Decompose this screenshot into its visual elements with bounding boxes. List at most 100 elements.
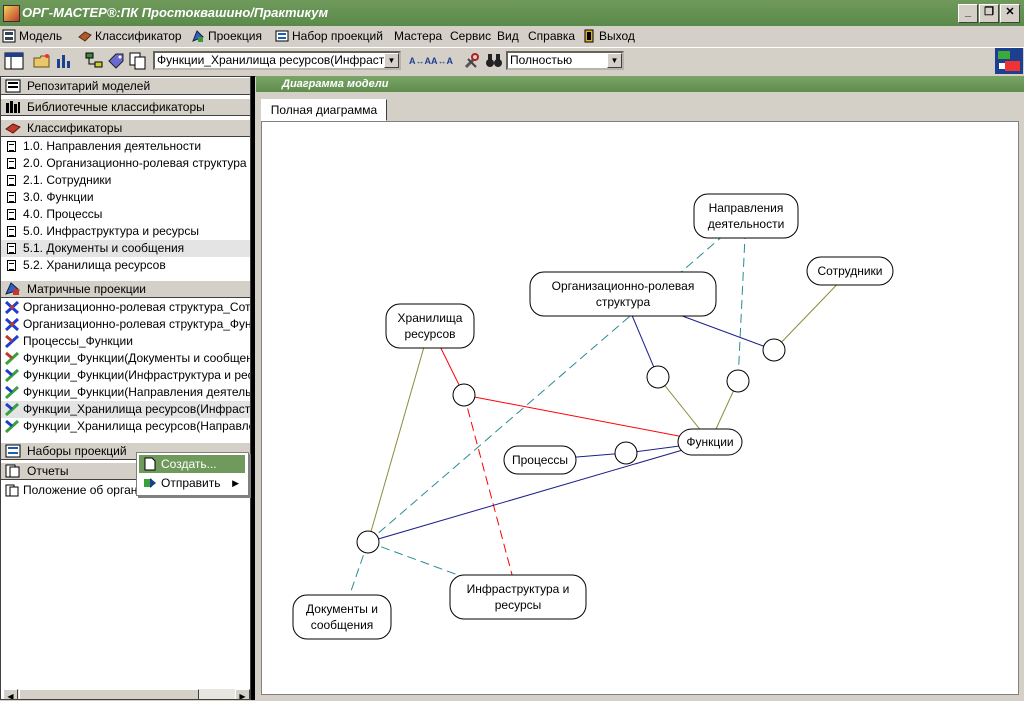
document-icon bbox=[7, 243, 16, 254]
scroll-thumb[interactable] bbox=[19, 689, 199, 699]
logo-icon bbox=[995, 48, 1023, 74]
diagram-relation-node[interactable] bbox=[356, 530, 380, 554]
matrix-label: Функции_Хранилища ресурсов(Инфраструктур… bbox=[23, 402, 251, 416]
restore-button[interactable]: ❐ bbox=[979, 4, 999, 23]
classifier-item[interactable]: 2.0. Организационно-ролевая структура bbox=[1, 155, 250, 172]
book-icon bbox=[78, 31, 92, 42]
matrix-projection-icon bbox=[5, 301, 19, 314]
menu-projection[interactable]: Проекция bbox=[189, 28, 262, 44]
diagram-node-documents[interactable]: Документы и сообщения bbox=[292, 594, 392, 640]
chevron-down-icon[interactable]: ▼ bbox=[607, 53, 622, 68]
menu-projection-set[interactable]: Набор проекций bbox=[273, 28, 383, 44]
section-repository[interactable]: Репозитарий моделей bbox=[1, 77, 250, 95]
section-classifiers[interactable]: Классификаторы bbox=[1, 119, 250, 137]
diagram-node-label: Инфраструктура и bbox=[467, 582, 570, 596]
close-button[interactable]: ✕ bbox=[1000, 4, 1020, 23]
chevron-down-icon[interactable]: ▼ bbox=[384, 53, 399, 68]
library-icon bbox=[6, 101, 20, 113]
projection-set-icon bbox=[275, 30, 289, 42]
tools-icon[interactable] bbox=[462, 51, 482, 71]
matrix-item[interactable]: Процессы_Функции bbox=[1, 333, 250, 350]
vertical-splitter[interactable] bbox=[251, 76, 255, 700]
matrix-item[interactable]: Функции_Функции(Документы и сообщения) bbox=[1, 350, 250, 367]
matrix-item[interactable]: Функции_Хранилища ресурсов(Направления д… bbox=[1, 418, 250, 435]
diagram-node-label: деятельности bbox=[708, 217, 785, 231]
report-icon bbox=[5, 484, 19, 497]
diagram-canvas[interactable]: Направления деятельности Сотрудники Организ… bbox=[261, 121, 1019, 695]
diagram-header: Диаграмма модели bbox=[256, 76, 1024, 92]
tab-full-diagram[interactable]: Полная диаграмма bbox=[261, 99, 387, 121]
classifier-item[interactable]: 4.0. Процессы bbox=[1, 206, 250, 223]
diagram-node-infrastructure[interactable]: Инфраструктура и ресурсы bbox=[449, 574, 587, 620]
repository-icon bbox=[5, 79, 21, 93]
scroll-right-icon[interactable]: ▶ bbox=[235, 689, 250, 699]
zoom-select[interactable]: Полностью ▼ bbox=[506, 51, 624, 70]
copy-icon[interactable] bbox=[128, 51, 148, 71]
matrix-item[interactable]: Организационно-ролевая структура_Сотрудн… bbox=[1, 299, 251, 316]
diagram-node-functions[interactable]: Функции bbox=[677, 428, 743, 456]
window-title: ОРГ-МАСТЕР®:ПК Простоквашино/Практикум bbox=[22, 5, 329, 20]
menu-model[interactable]: Модель bbox=[0, 28, 62, 44]
diagram-node-storages[interactable]: Хранилища ресурсов bbox=[385, 303, 475, 349]
model-icon bbox=[2, 29, 16, 43]
matrix-item[interactable]: Функции_Функции(Инфраструктура и ресурсы… bbox=[1, 367, 250, 384]
document-icon bbox=[7, 141, 16, 152]
scroll-left-icon[interactable]: ◀ bbox=[3, 689, 18, 699]
classifier-label: 5.0. Инфраструктура и ресурсы bbox=[23, 224, 199, 238]
matrix-label: Процессы_Функции bbox=[23, 334, 133, 348]
minimize-button[interactable]: _ bbox=[958, 4, 978, 23]
section-library[interactable]: Библиотечные классификаторы bbox=[1, 98, 250, 116]
menu-service[interactable]: Сервис bbox=[450, 28, 491, 44]
classifier-item[interactable]: 3.0. Функции bbox=[1, 189, 250, 206]
matrix-item-selected[interactable]: Функции_Хранилища ресурсов(Инфраструктур… bbox=[1, 401, 251, 418]
matrix-label: Организационно-ролевая структура_Сотрудн… bbox=[23, 300, 251, 314]
classifier-item-selected[interactable]: 5.1. Документы и сообщения bbox=[1, 240, 250, 257]
classifier-item[interactable]: 1.0. Направления деятельности bbox=[1, 138, 250, 155]
matrix-item[interactable]: Организационно-ролевая структура_Функции bbox=[1, 316, 250, 333]
section-label: Библиотечные классификаторы bbox=[27, 100, 205, 114]
diagram-relation-node[interactable] bbox=[762, 338, 786, 362]
diagram-relation-node[interactable] bbox=[646, 365, 670, 389]
diagram-node-label: Организационно-ролевая bbox=[552, 279, 695, 293]
diagram-edge bbox=[737, 215, 747, 382]
submenu-arrow-icon: ▶ bbox=[232, 478, 239, 488]
chart-icon[interactable] bbox=[54, 51, 74, 71]
tree-icon[interactable] bbox=[84, 51, 104, 71]
font-larger-button[interactable]: A↔A bbox=[431, 51, 453, 71]
new-folder-icon[interactable] bbox=[32, 51, 52, 71]
matrix-projection-icon bbox=[5, 318, 19, 331]
exit-door-icon bbox=[584, 29, 594, 43]
projection-select[interactable]: Функции_Хранилища ресурсов(Инфраст ▼ bbox=[153, 51, 401, 70]
diagram-node-processes[interactable]: Процессы bbox=[503, 445, 577, 475]
classifier-item[interactable]: 5.2. Хранилища ресурсов bbox=[1, 257, 250, 274]
matrix-item[interactable]: Функции_Функции(Направления деятельности… bbox=[1, 384, 251, 401]
diagram-node-org-structure[interactable]: Организационно-ролевая структура bbox=[529, 271, 717, 317]
context-menu-create[interactable]: Создать... bbox=[139, 455, 245, 473]
menu-classifier[interactable]: Классификатор bbox=[76, 28, 182, 44]
classifier-item[interactable]: 5.0. Инфраструктура и ресурсы bbox=[1, 223, 250, 240]
diagram-node-employees[interactable]: Сотрудники bbox=[806, 256, 894, 286]
menu-exit[interactable]: Выход bbox=[580, 28, 635, 44]
diagram-relation-node[interactable] bbox=[614, 441, 638, 465]
menu-wizards[interactable]: Мастера bbox=[394, 28, 442, 44]
classifier-item[interactable]: 2.1. Сотрудники bbox=[1, 172, 250, 189]
diagram-relation-node[interactable] bbox=[452, 383, 476, 407]
zoom-select-value: Полностью bbox=[510, 53, 573, 67]
font-smaller-button[interactable]: A↔A bbox=[409, 51, 431, 71]
diagram-node-directions[interactable]: Направления деятельности bbox=[693, 193, 799, 239]
section-matrix-projections[interactable]: Матричные проекции bbox=[1, 280, 250, 298]
diagram-edge bbox=[367, 215, 747, 543]
diagram-relation-node[interactable] bbox=[726, 369, 750, 393]
matrix-projection-icon bbox=[5, 335, 19, 348]
layout-icon[interactable] bbox=[4, 51, 24, 71]
menu-help[interactable]: Справка bbox=[528, 28, 575, 44]
matrix-label: Функции_Функции(Направления деятельности… bbox=[23, 385, 251, 399]
context-menu-send[interactable]: Отправить ▶ bbox=[139, 474, 245, 492]
horizontal-scrollbar[interactable]: ◀ ▶ bbox=[3, 689, 250, 699]
classifier-label: 3.0. Функции bbox=[23, 190, 94, 204]
binoculars-icon[interactable] bbox=[484, 51, 504, 71]
menu-view[interactable]: Вид bbox=[497, 28, 519, 44]
projection-set-icon bbox=[5, 444, 21, 458]
tag-icon[interactable] bbox=[106, 51, 126, 71]
diagram-edge bbox=[367, 325, 431, 543]
